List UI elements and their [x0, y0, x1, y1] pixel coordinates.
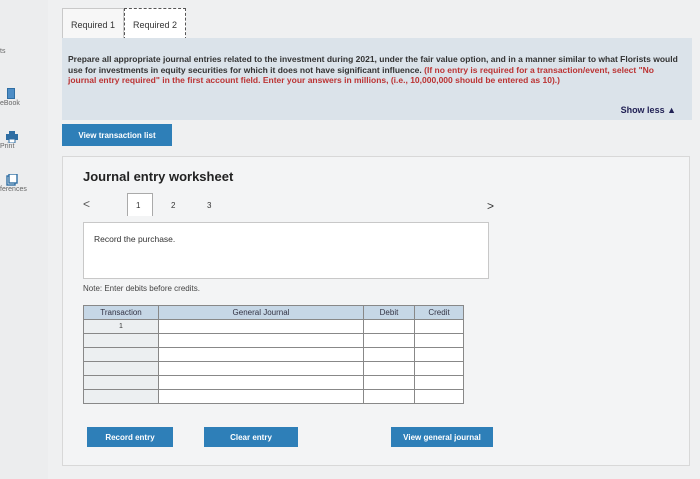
sidebar-item-references[interactable]: ferences — [0, 174, 48, 193]
table-row — [83, 347, 464, 362]
sidebar-item-ebook[interactable]: eBook — [0, 88, 48, 107]
page-3[interactable]: 3 — [207, 201, 211, 210]
tab-required-2[interactable]: Required 2 — [124, 8, 187, 40]
sidebar-item-label: ferences — [0, 186, 27, 193]
view-transaction-list-button[interactable]: View transaction list — [62, 124, 172, 146]
credit-input[interactable] — [414, 389, 464, 404]
account-select[interactable] — [158, 347, 364, 362]
account-select[interactable] — [158, 389, 364, 404]
references-icon — [6, 174, 18, 186]
account-select[interactable] — [158, 333, 364, 348]
main-content: Required 1 Required 2 Prepare all approp… — [48, 0, 700, 479]
book-icon — [7, 88, 15, 99]
credit-input[interactable] — [414, 375, 464, 390]
sidebar-item-label: Print — [0, 143, 15, 150]
worksheet-title: Journal entry worksheet — [83, 169, 234, 184]
debit-input[interactable] — [363, 333, 415, 348]
tab-bar: Required 1 Required 2 — [62, 8, 187, 40]
sidebar-item-print[interactable]: Print — [0, 131, 48, 150]
sidebar: ts eBook Print ferences — [0, 0, 48, 479]
account-select[interactable] — [158, 361, 364, 376]
transaction-cell: 1 — [83, 319, 159, 334]
journal-table: Transaction General Journal Debit Credit… — [83, 305, 464, 404]
sidebar-top-label: ts — [0, 48, 6, 55]
show-less-toggle[interactable]: Show less ▲ — [621, 105, 676, 115]
column-header-transaction: Transaction — [83, 305, 159, 320]
transaction-cell — [83, 361, 159, 376]
transaction-cell — [83, 375, 159, 390]
debit-input[interactable] — [363, 389, 415, 404]
debit-input[interactable] — [363, 347, 415, 362]
column-header-credit: Credit — [414, 305, 464, 320]
table-header-row: Transaction General Journal Debit Credit — [83, 305, 464, 320]
clear-entry-button[interactable]: Clear entry — [204, 427, 298, 447]
record-entry-button[interactable]: Record entry — [87, 427, 173, 447]
column-header-general-journal: General Journal — [158, 305, 364, 320]
sidebar-item-label: eBook — [0, 100, 20, 107]
table-row — [83, 389, 464, 404]
previous-page-icon[interactable]: < — [83, 197, 90, 211]
account-select[interactable] — [158, 319, 364, 334]
table-row — [83, 333, 464, 348]
worksheet-pager: < 1 2 3 — [83, 193, 489, 221]
record-instruction-box: Record the purchase. — [83, 222, 489, 279]
table-row — [83, 375, 464, 390]
credit-input[interactable] — [414, 361, 464, 376]
table-row: 1 — [83, 319, 464, 334]
debit-input[interactable] — [363, 319, 415, 334]
account-select[interactable] — [158, 375, 364, 390]
page-1[interactable]: 1 — [136, 201, 140, 210]
credit-input[interactable] — [414, 333, 464, 348]
instructions-text: Prepare all appropriate journal entries … — [68, 54, 680, 86]
printer-icon — [6, 131, 18, 143]
table-row — [83, 361, 464, 376]
debits-credits-note: Note: Enter debits before credits. — [83, 284, 200, 293]
transaction-cell — [83, 333, 159, 348]
view-general-journal-button[interactable]: View general journal — [391, 427, 493, 447]
credit-input[interactable] — [414, 347, 464, 362]
journal-entry-worksheet: Journal entry worksheet < 1 2 3 > Record… — [62, 156, 690, 466]
record-instruction-text: Record the purchase. — [94, 234, 176, 244]
next-page-icon[interactable]: > — [487, 199, 494, 213]
column-header-debit: Debit — [363, 305, 415, 320]
page-2[interactable]: 2 — [171, 201, 175, 210]
credit-input[interactable] — [414, 319, 464, 334]
debit-input[interactable] — [363, 375, 415, 390]
debit-input[interactable] — [363, 361, 415, 376]
transaction-cell — [83, 389, 159, 404]
transaction-cell — [83, 347, 159, 362]
tab-required-1[interactable]: Required 1 — [62, 8, 125, 40]
